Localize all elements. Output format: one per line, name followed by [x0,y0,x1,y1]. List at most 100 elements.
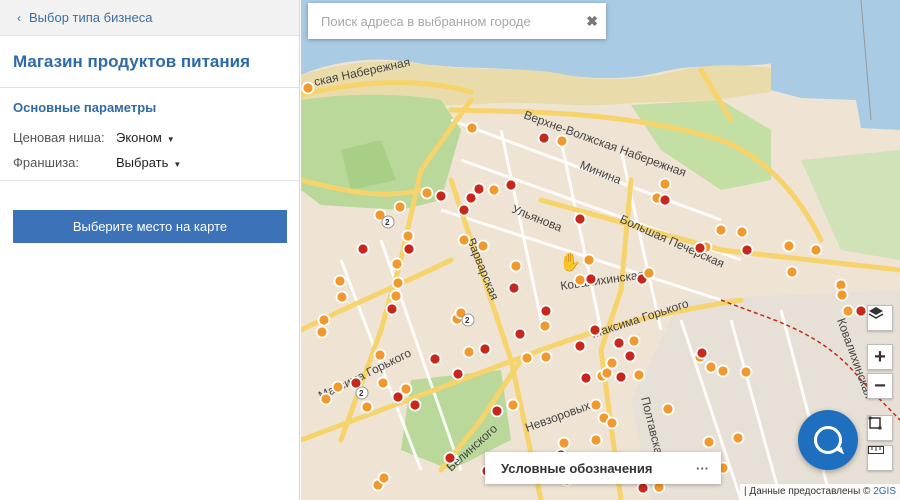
business-marker[interactable] [627,334,641,348]
business-marker[interactable] [476,239,490,253]
business-marker[interactable] [538,319,552,333]
business-marker[interactable] [349,376,363,390]
business-marker[interactable] [661,402,675,416]
business-marker[interactable] [573,339,587,353]
business-marker[interactable] [735,225,749,239]
business-marker[interactable] [702,435,716,449]
business-marker[interactable] [428,352,442,366]
business-marker[interactable] [465,121,479,135]
business-marker[interactable] [573,212,587,226]
business-marker[interactable] [582,253,596,267]
business-marker[interactable] [319,392,333,406]
business-marker[interactable] [658,177,672,191]
business-marker[interactable] [408,398,422,412]
business-marker[interactable] [315,325,329,339]
business-marker[interactable] [333,274,347,288]
business-marker[interactable] [573,273,587,287]
business-marker[interactable] [605,416,619,430]
business-marker[interactable] [600,366,614,380]
choose-location-button[interactable]: Выберите место на карте [13,210,287,243]
business-marker[interactable] [539,350,553,364]
business-marker[interactable] [614,370,628,384]
business-marker[interactable] [451,367,465,381]
business-marker[interactable] [854,304,868,318]
business-marker[interactable] [443,451,457,465]
business-marker[interactable] [472,182,486,196]
attribution-link[interactable]: 2GIS [873,486,896,497]
business-marker[interactable] [377,471,391,485]
business-marker[interactable] [401,229,415,243]
business-marker[interactable] [434,189,448,203]
business-marker[interactable] [589,398,603,412]
business-marker[interactable] [399,382,413,396]
business-marker[interactable] [457,233,471,247]
price-niche-select[interactable]: Эконом ▼ [116,130,175,145]
business-marker[interactable] [739,365,753,379]
select-area-button[interactable] [867,415,893,441]
business-marker[interactable] [841,304,855,318]
business-marker[interactable] [301,81,315,95]
business-marker[interactable] [420,186,434,200]
business-marker[interactable] [658,193,672,207]
business-marker[interactable] [389,289,403,303]
franchise-select[interactable]: Выбрать ▼ [116,155,181,170]
business-marker[interactable] [457,203,471,217]
business-marker[interactable] [589,433,603,447]
business-marker[interactable] [740,243,754,257]
business-marker[interactable] [504,178,518,192]
business-marker[interactable] [636,481,650,495]
business-marker[interactable] [539,304,553,318]
business-marker[interactable] [490,404,504,418]
layers-button[interactable] [867,305,893,331]
business-marker[interactable] [835,288,849,302]
business-marker[interactable] [402,242,416,256]
business-marker[interactable] [335,290,349,304]
business-marker[interactable] [390,257,404,271]
business-marker[interactable] [555,134,569,148]
business-marker[interactable] [785,265,799,279]
business-marker[interactable] [391,276,405,290]
business-marker[interactable] [731,431,745,445]
business-marker[interactable] [557,436,571,450]
business-marker[interactable] [331,380,345,394]
back-link[interactable]: ‹ Выбор типа бизнеса [0,0,299,36]
business-marker[interactable] [642,266,656,280]
business-marker[interactable] [462,345,476,359]
business-marker[interactable] [360,400,374,414]
business-marker[interactable] [695,346,709,360]
business-marker[interactable] [317,313,331,327]
business-marker[interactable] [716,364,730,378]
business-marker[interactable] [704,360,718,374]
address-search-input[interactable] [321,13,587,29]
business-marker[interactable] [513,327,527,341]
business-marker[interactable] [579,371,593,385]
business-marker[interactable] [373,348,387,362]
business-marker[interactable] [520,351,534,365]
legend-button[interactable]: Условные обозначения ··· [485,452,721,484]
business-marker[interactable] [464,191,478,205]
business-marker[interactable] [356,242,370,256]
zoom-out-button[interactable]: − [867,373,893,399]
business-marker[interactable] [623,349,637,363]
business-marker[interactable] [588,323,602,337]
close-icon[interactable]: ✖ [586,13,598,30]
business-marker[interactable] [509,259,523,273]
map-view[interactable]: Верхне-Волжская Набережная ская Набережн… [301,0,900,500]
business-marker[interactable] [809,243,823,257]
business-marker[interactable] [782,239,796,253]
business-marker[interactable] [507,281,521,295]
zoom-in-button[interactable]: + [867,344,893,370]
business-marker[interactable] [693,241,707,255]
business-marker[interactable] [376,376,390,390]
business-marker[interactable] [537,131,551,145]
chat-button[interactable] [798,410,858,470]
business-marker[interactable] [506,398,520,412]
business-marker[interactable] [487,183,501,197]
business-marker[interactable] [584,272,598,286]
business-marker[interactable] [612,336,626,350]
ruler-button[interactable] [867,445,893,471]
business-marker[interactable] [393,200,407,214]
business-marker[interactable] [714,223,728,237]
business-marker[interactable] [632,368,646,382]
business-marker[interactable] [478,342,492,356]
